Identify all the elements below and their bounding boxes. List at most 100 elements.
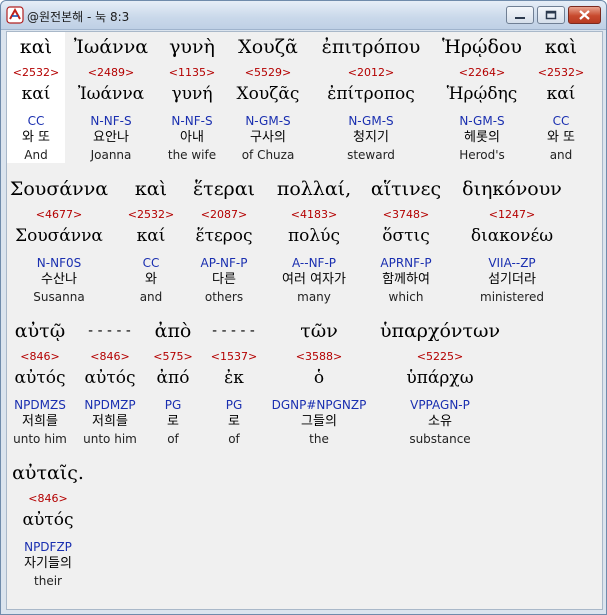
- app-logo-icon: [6, 6, 24, 24]
- korean-gloss: 그들의: [301, 414, 337, 429]
- word-column[interactable]: καὶ <2532> καί CC 와 또 And: [7, 32, 65, 163]
- strong-number: <2489>: [87, 66, 135, 79]
- lemma: καί: [546, 84, 576, 104]
- word-column[interactable]: Σουσάννα <4677> Σουσάννα N-NF0S 수산나 Susa…: [9, 174, 109, 305]
- greek-word: ἐπιτρόπου: [321, 36, 421, 58]
- word-column[interactable]: διηκόνουν <1247> διακονέω VIIA--ZP 섬기더라 …: [457, 174, 567, 305]
- word-column[interactable]: τῶν <3588> ὁ DGNP#NPGNZP 그들의 the: [269, 316, 369, 447]
- parse-code: A--NF-P: [291, 256, 337, 270]
- greek-word-placeholder: -----: [210, 323, 258, 339]
- parse-code: DGNP#NPGNZP: [271, 398, 367, 412]
- english-gloss: the: [309, 432, 329, 446]
- korean-gloss: 와 또: [546, 130, 576, 145]
- english-gloss: Herod's: [459, 148, 505, 162]
- strong-number: <3588>: [295, 350, 343, 363]
- strong-number: <2012>: [347, 66, 395, 79]
- parse-code: N-NF-S: [171, 114, 213, 128]
- english-gloss: of: [228, 432, 240, 446]
- lemma: καί: [136, 226, 166, 246]
- english-gloss: many: [297, 290, 331, 304]
- english-gloss: Joanna: [90, 148, 132, 162]
- title-bar[interactable]: @원전본해 - 눅 8:3: [1, 1, 606, 30]
- lemma: ἀπό: [156, 368, 190, 388]
- korean-gloss: 로: [228, 414, 240, 429]
- greek-word: Ἰωάννα: [73, 36, 149, 58]
- strong-number: <2532>: [537, 66, 585, 79]
- greek-word: ἕτεραι: [192, 178, 255, 200]
- strong-number: <1537>: [210, 350, 258, 363]
- korean-gloss: 자기들의: [24, 556, 72, 571]
- strong-number: <846>: [20, 350, 60, 363]
- korean-gloss: 소유: [428, 414, 452, 429]
- korean-gloss: 다른: [212, 272, 236, 287]
- word-column[interactable]: αἵτινες <3748> ὅστις APRNF-P 함께하여 which: [363, 174, 449, 305]
- english-gloss: others: [204, 290, 244, 304]
- maximize-button[interactable]: [537, 6, 565, 24]
- greek-word: Ἡρῴδου: [442, 36, 522, 58]
- parse-code: CC: [552, 114, 570, 128]
- parse-code: VIIA--ZP: [488, 256, 536, 270]
- lemma: ἕτερος: [195, 226, 253, 246]
- window-title: @원전본해 - 눅 8:3: [27, 10, 130, 24]
- english-gloss: And: [24, 148, 48, 162]
- word-column[interactable]: καὶ <2532> καί CC 와 and: [121, 174, 181, 305]
- word-column[interactable]: ἀπὸ <575> ἀπό PG 로 of: [147, 316, 199, 447]
- word-column[interactable]: πολλαί, <4183> πολύς A--NF-P 여러 여자가 many: [267, 174, 361, 305]
- word-column[interactable]: αὐταῖς. <846> αὐτός NPDFZP 자기들의 their: [9, 458, 87, 589]
- greek-word: αἵτινες: [370, 178, 442, 200]
- word-column[interactable]: αὐτῷ <846> αὐτός NPDMZS 저희를 unto him: [9, 316, 71, 447]
- strong-number: <2532>: [12, 66, 60, 79]
- english-gloss: their: [34, 574, 62, 588]
- word-column[interactable]: καὶ <2532> καί CC 와 또 and: [533, 32, 589, 163]
- strong-number: <3748>: [382, 208, 430, 221]
- lemma: ὁ: [313, 368, 325, 388]
- word-column[interactable]: ----- <846> αὐτός NPDMZP 저희를 unto him: [79, 316, 141, 447]
- korean-gloss: 함께하여: [382, 272, 430, 287]
- greek-word: Χουζᾶ: [238, 36, 298, 58]
- word-column[interactable]: ὑπαρχόντων <5225> ὑπάρχω VPPAGN-P 소유 sub…: [377, 316, 503, 447]
- korean-gloss: 청지기: [353, 130, 389, 145]
- lemma: ἐκ: [224, 368, 244, 388]
- lemma: αὐτός: [22, 510, 74, 530]
- lemma: Σουσάννα: [15, 226, 103, 246]
- word-column[interactable]: ----- <1537> ἐκ PG 로 of: [205, 316, 263, 447]
- parse-code: N-GM-S: [459, 114, 505, 128]
- interlinear-panel[interactable]: καὶ <2532> καί CC 와 또 And Ἰωάννα <2489> …: [6, 31, 603, 610]
- lemma: αὐτός: [84, 368, 136, 388]
- korean-gloss: 요안나: [93, 130, 129, 145]
- close-button[interactable]: [568, 6, 601, 24]
- korean-gloss: 아내: [180, 130, 204, 145]
- english-gloss: Susanna: [33, 290, 85, 304]
- word-column[interactable]: Χουζᾶ <5529> Χουζᾶς N-GM-S 구사의 of Chuza: [229, 32, 307, 163]
- strong-number: <4677>: [35, 208, 83, 221]
- korean-gloss: 헤롯의: [464, 130, 500, 145]
- strong-number: <1247>: [488, 208, 536, 221]
- parse-code: APRNF-P: [380, 256, 432, 270]
- word-column[interactable]: γυνὴ <1135> γυνή N-NF-S 아내 the wife: [159, 32, 225, 163]
- korean-gloss: 저희를: [22, 414, 58, 429]
- word-column[interactable]: ἐπιτρόπου <2012> ἐπίτροπος N-GM-S 청지기 st…: [311, 32, 431, 163]
- parse-code: N-GM-S: [348, 114, 394, 128]
- word-column[interactable]: ἕτεραι <2087> ἕτερος AP-NF-P 다른 others: [187, 174, 261, 305]
- english-gloss: of Chuza: [241, 148, 295, 162]
- english-gloss: and: [549, 148, 573, 162]
- word-column[interactable]: Ἡρῴδου <2264> Ἡρῴδης N-GM-S 헤롯의 Herod's: [437, 32, 527, 163]
- lemma: Ἰωάννα: [77, 84, 145, 104]
- english-gloss: unto him: [13, 432, 67, 446]
- parse-code: N-NF0S: [36, 256, 82, 270]
- strong-number: <2532>: [127, 208, 175, 221]
- parse-code: PG: [164, 398, 182, 412]
- korean-gloss: 섬기더라: [488, 272, 536, 287]
- lemma: Χουζᾶς: [236, 84, 300, 104]
- parse-code: AP-NF-P: [200, 256, 248, 270]
- parse-code: N-NF-S: [90, 114, 132, 128]
- parse-code: VPPAGN-P: [410, 398, 470, 412]
- korean-gloss: 와: [145, 272, 157, 287]
- english-gloss: the wife: [167, 148, 217, 162]
- minimize-icon: [515, 17, 525, 19]
- parse-code: N-GM-S: [245, 114, 291, 128]
- minimize-button[interactable]: [506, 6, 534, 24]
- greek-word: γυνὴ: [169, 36, 215, 58]
- word-column[interactable]: Ἰωάννα <2489> Ἰωάννα N-NF-S 요안나 Joanna: [69, 32, 153, 163]
- lemma: διακονέω: [470, 226, 554, 246]
